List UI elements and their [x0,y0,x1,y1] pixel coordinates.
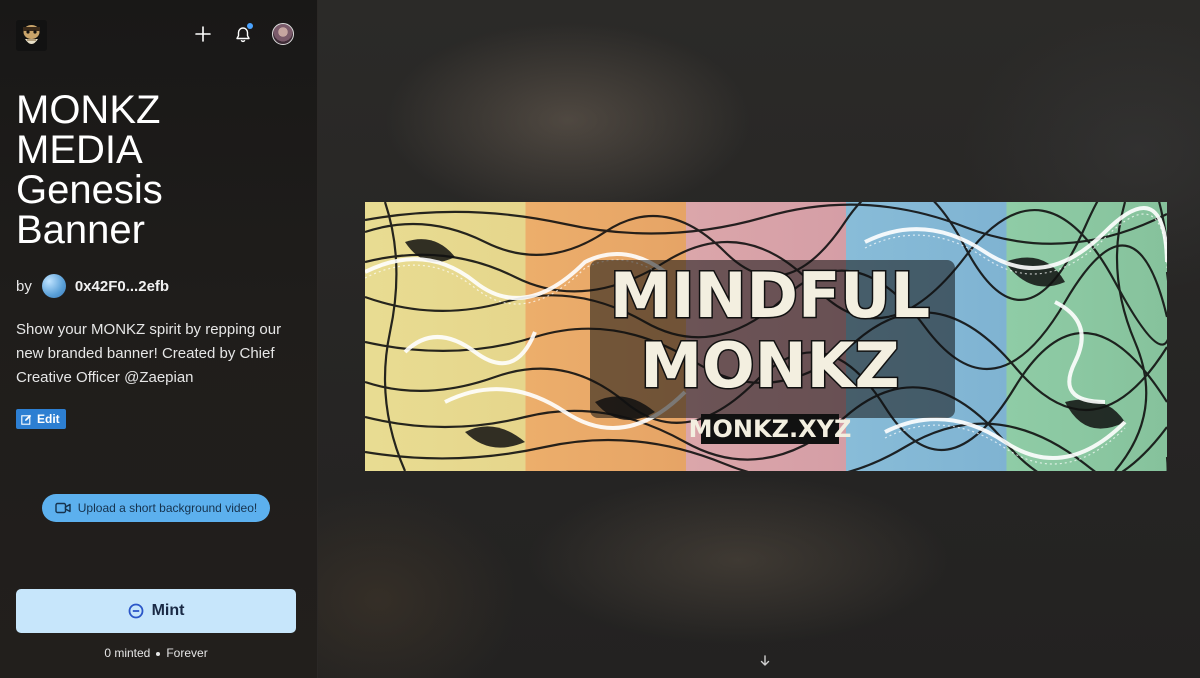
title-line: Genesis [16,168,163,212]
banner-text-line2: MONKZ [640,329,899,402]
mint-label: Mint [151,602,185,619]
scroll-down-arrow-icon[interactable] [758,654,772,668]
creator-byline: by 0x42F0...2efb [16,274,169,298]
title-line: MEDIA [16,128,143,172]
plus-icon[interactable] [191,22,215,46]
title-line: Banner [16,208,145,252]
mint-icon [128,603,143,619]
mint-duration: Forever [166,646,208,660]
banner-url: MONKZ.XYZ [689,415,852,443]
edit-icon [21,414,32,425]
collection-description: Show your MONKZ spirit by repping our ne… [16,321,282,386]
upload-video-label: Upload a short background video! [77,501,258,515]
banner-image: MINDFUL MONKZ MONKZ.XYZ [365,202,1167,471]
separator-dot [156,651,161,656]
edit-label: Edit [37,412,60,426]
monk-logo-icon[interactable] [16,20,47,51]
media-viewer: MINDFUL MONKZ MONKZ.XYZ [318,0,1200,678]
minted-count: 0 minted [104,646,151,660]
header-actions [191,22,295,46]
mint-button[interactable]: Mint [16,589,296,633]
creator-address-link[interactable]: 0x42F0...2efb [75,278,169,295]
video-camera-icon [55,502,71,514]
bell-icon[interactable] [231,22,255,46]
page-title: MONKZ MEDIA Genesis Banner [16,90,296,250]
banner-text-line1: MINDFUL [610,259,930,332]
by-label: by [16,277,32,295]
user-avatar[interactable] [271,22,295,46]
title-line: MONKZ [16,88,161,132]
upload-video-button[interactable]: Upload a short background video! [42,494,270,522]
sidebar: MONKZ MEDIA Genesis Banner by 0x42F0...2… [0,0,318,678]
edit-button[interactable]: Edit [16,409,66,429]
creator-avatar[interactable] [41,274,66,298]
notification-dot [247,23,253,29]
avatar [272,23,294,45]
mint-stats: 0 minted Forever [16,646,296,660]
